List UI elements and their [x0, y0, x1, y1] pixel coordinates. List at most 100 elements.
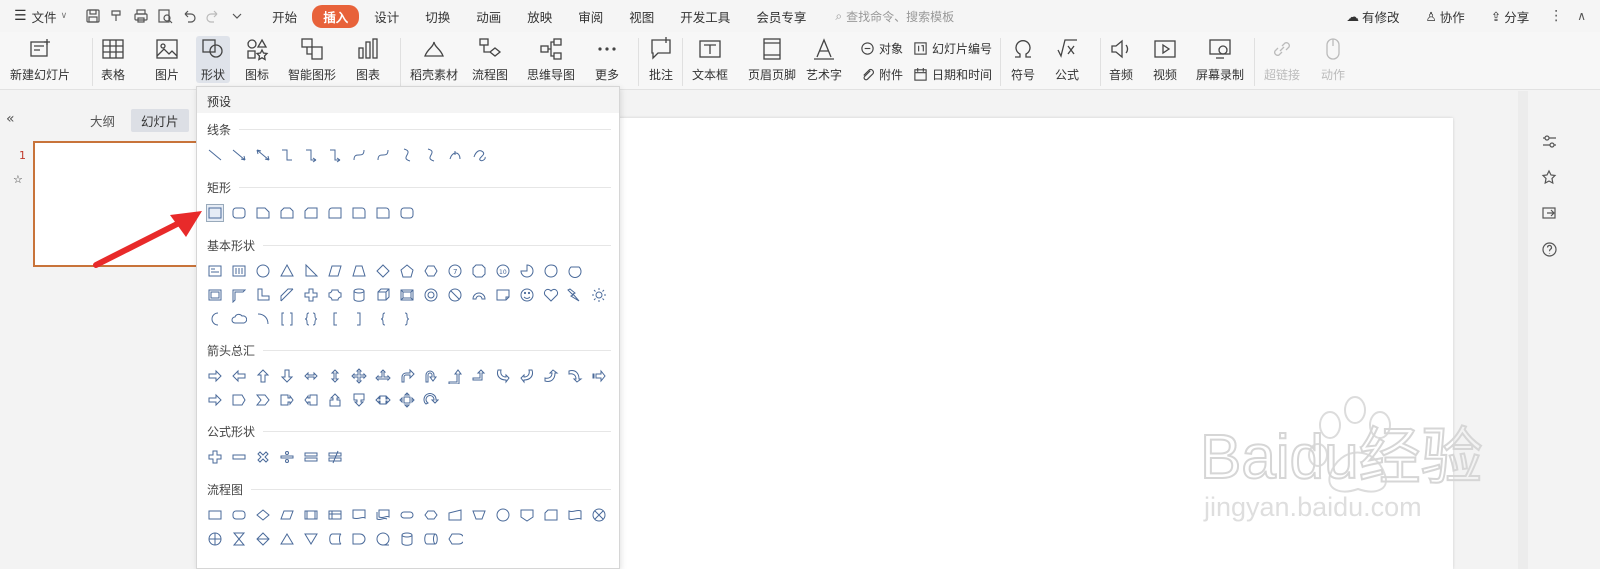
equation-mult-icon[interactable]: [255, 449, 271, 465]
basic-circle-icon[interactable]: [255, 263, 271, 279]
audio-button[interactable]: 音频: [1108, 36, 1134, 83]
arrow-lrcall-icon[interactable]: [375, 392, 391, 408]
line-arrowline-icon[interactable]: [231, 147, 247, 163]
table-button[interactable]: 表格: [100, 36, 126, 83]
flow-fmanin-icon[interactable]: [447, 507, 463, 523]
basic-brkts-icon[interactable]: [279, 311, 295, 327]
picture-button[interactable]: 图片: [154, 36, 180, 83]
basic-rbrk-icon[interactable]: [351, 311, 367, 327]
arrow-ucall-icon[interactable]: [327, 392, 343, 408]
animation-icon[interactable]: [1539, 167, 1559, 187]
arrow-pentarrow-icon[interactable]: [231, 392, 247, 408]
arrow-bentup-icon[interactable]: [471, 368, 487, 384]
tab-transition[interactable]: 切换: [414, 5, 461, 28]
flow-fpage-icon[interactable]: [519, 507, 535, 523]
flow-fmag-icon[interactable]: [399, 531, 415, 547]
arrow-lup-icon[interactable]: [447, 368, 463, 384]
collaborate-button[interactable]: ♙ 协作: [1419, 4, 1470, 28]
header-footer-button[interactable]: 页眉页脚: [748, 36, 796, 83]
arrow-striped-icon[interactable]: [591, 368, 607, 384]
basic-tear-icon[interactable]: [543, 263, 559, 279]
arrow-rcall-icon[interactable]: [279, 392, 295, 408]
line-elbowa-icon[interactable]: [303, 147, 319, 163]
arrow-quadcall-icon[interactable]: [399, 392, 415, 408]
flow-falt-icon[interactable]: [231, 507, 247, 523]
arrow-bent-icon[interactable]: [399, 368, 415, 384]
shape-button[interactable]: 形状: [196, 36, 230, 83]
file-menu[interactable]: ☰ 文件 ∨: [0, 4, 73, 28]
basic-frame-icon[interactable]: [207, 287, 223, 303]
line-dblarrow-icon[interactable]: [255, 147, 271, 163]
tab-review[interactable]: 审阅: [567, 5, 614, 28]
flow-fdisplay-icon[interactable]: [447, 531, 463, 547]
basic-rbrace-icon[interactable]: [399, 311, 415, 327]
basic-rtri-icon[interactable]: [303, 263, 319, 279]
new-slide-button[interactable]: 新建幻灯片: [10, 36, 70, 83]
basic-tri-icon[interactable]: [279, 263, 295, 279]
command-search[interactable]: ⌕ 查找命令、搜索模板: [835, 8, 954, 25]
action-button[interactable]: 动作: [1320, 36, 1346, 83]
flow-for-icon[interactable]: [207, 531, 223, 547]
basic-trap-icon[interactable]: [351, 263, 367, 279]
arrow-uturn-icon[interactable]: [423, 368, 439, 384]
line-elbowa-icon[interactable]: [327, 147, 343, 163]
arrow-curvd-icon[interactable]: [567, 368, 583, 384]
basic-diag-icon[interactable]: [279, 287, 295, 303]
tab-slideshow[interactable]: 放映: [516, 5, 563, 28]
flow-fdec-icon[interactable]: [255, 507, 271, 523]
screen-record-button[interactable]: 屏幕录制: [1196, 36, 1244, 83]
arrow-darrow-icon[interactable]: [279, 368, 295, 384]
print-preview-icon[interactable]: [153, 4, 177, 28]
arrow-curvr-icon[interactable]: [495, 368, 511, 384]
line-scurve-icon[interactable]: [399, 147, 415, 163]
basic-lbrk-icon[interactable]: [327, 311, 343, 327]
flow-fextract-icon[interactable]: [279, 531, 295, 547]
smart-art-button[interactable]: 智能图形: [288, 36, 336, 83]
equation-minus-icon[interactable]: [231, 449, 247, 465]
line-elbow-icon[interactable]: [279, 147, 295, 163]
flow-fint-icon[interactable]: [327, 507, 343, 523]
properties-icon[interactable]: [1539, 131, 1559, 151]
basic-smiley-icon[interactable]: [519, 287, 535, 303]
arrow-larrow-icon[interactable]: [231, 368, 247, 384]
flow-fcoll-icon[interactable]: [231, 531, 247, 547]
flow-fprocess-icon[interactable]: [207, 507, 223, 523]
arrow-uarrow-icon[interactable]: [255, 368, 271, 384]
basic-dec-icon[interactable]: 10: [495, 263, 511, 279]
basic-arc-icon[interactable]: [471, 287, 487, 303]
slide-number-button[interactable]: 幻灯片编号: [913, 40, 992, 57]
tab-view[interactable]: 视图: [618, 5, 665, 28]
docer-button[interactable]: 稻壳素材: [410, 36, 458, 83]
tab-insert[interactable]: 插入: [312, 4, 360, 28]
line-line-icon[interactable]: [207, 147, 223, 163]
tab-developer[interactable]: 开发工具: [669, 5, 741, 28]
slide-switch-icon[interactable]: [1539, 203, 1559, 223]
rect-snip2-icon[interactable]: [279, 205, 295, 221]
basic-cross-icon[interactable]: [303, 287, 319, 303]
undo-icon[interactable]: [177, 4, 201, 28]
flow-fdoc-icon[interactable]: [351, 507, 367, 523]
flow-fstored-icon[interactable]: [327, 531, 343, 547]
arrow-lcall-icon[interactable]: [303, 392, 319, 408]
basic-plaque-icon[interactable]: [327, 287, 343, 303]
equation-equal-icon[interactable]: [303, 449, 319, 465]
rect-rrect-icon[interactable]: [231, 205, 247, 221]
arrow-rarrow-icon[interactable]: [207, 368, 223, 384]
more-vertical-icon[interactable]: ⋮: [1549, 8, 1563, 24]
line-scurve-icon[interactable]: [423, 147, 439, 163]
flow-fmerge-icon[interactable]: [303, 531, 319, 547]
tab-member[interactable]: 会员专享: [745, 5, 817, 28]
rect-rnd1-icon[interactable]: [375, 205, 391, 221]
tab-slides[interactable]: 幻灯片: [131, 109, 189, 132]
arrow-udarrow-icon[interactable]: [327, 368, 343, 384]
collapse-ribbon-icon[interactable]: ∧: [1577, 9, 1586, 23]
basic-oct-icon[interactable]: [471, 263, 487, 279]
basic-moon-icon[interactable]: [207, 311, 223, 327]
video-button[interactable]: 视频: [1152, 36, 1178, 83]
basic-pie-icon[interactable]: [519, 263, 535, 279]
flow-fpred-icon[interactable]: [303, 507, 319, 523]
datetime-button[interactable]: 日期和时间: [913, 66, 992, 83]
chart-button[interactable]: 图表: [355, 36, 381, 83]
equation-plus-icon[interactable]: [207, 449, 223, 465]
share-button[interactable]: ⇪ 分享: [1485, 4, 1536, 28]
